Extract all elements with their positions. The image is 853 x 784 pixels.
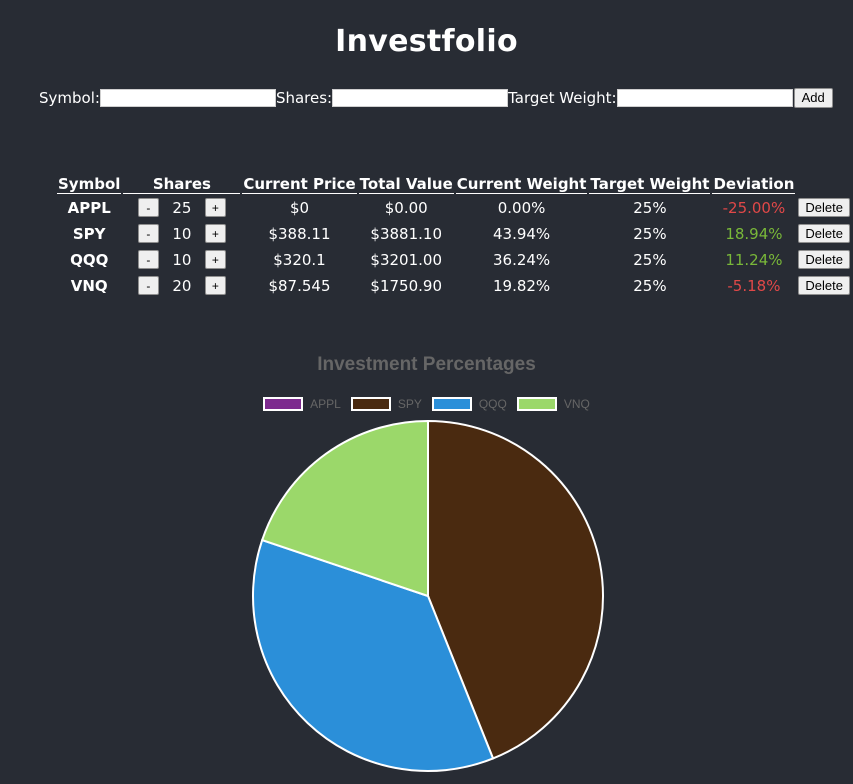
pie-chart bbox=[252, 419, 604, 772]
app-root: Investfolio Symbol: Shares: Target Weigh… bbox=[0, 0, 853, 784]
